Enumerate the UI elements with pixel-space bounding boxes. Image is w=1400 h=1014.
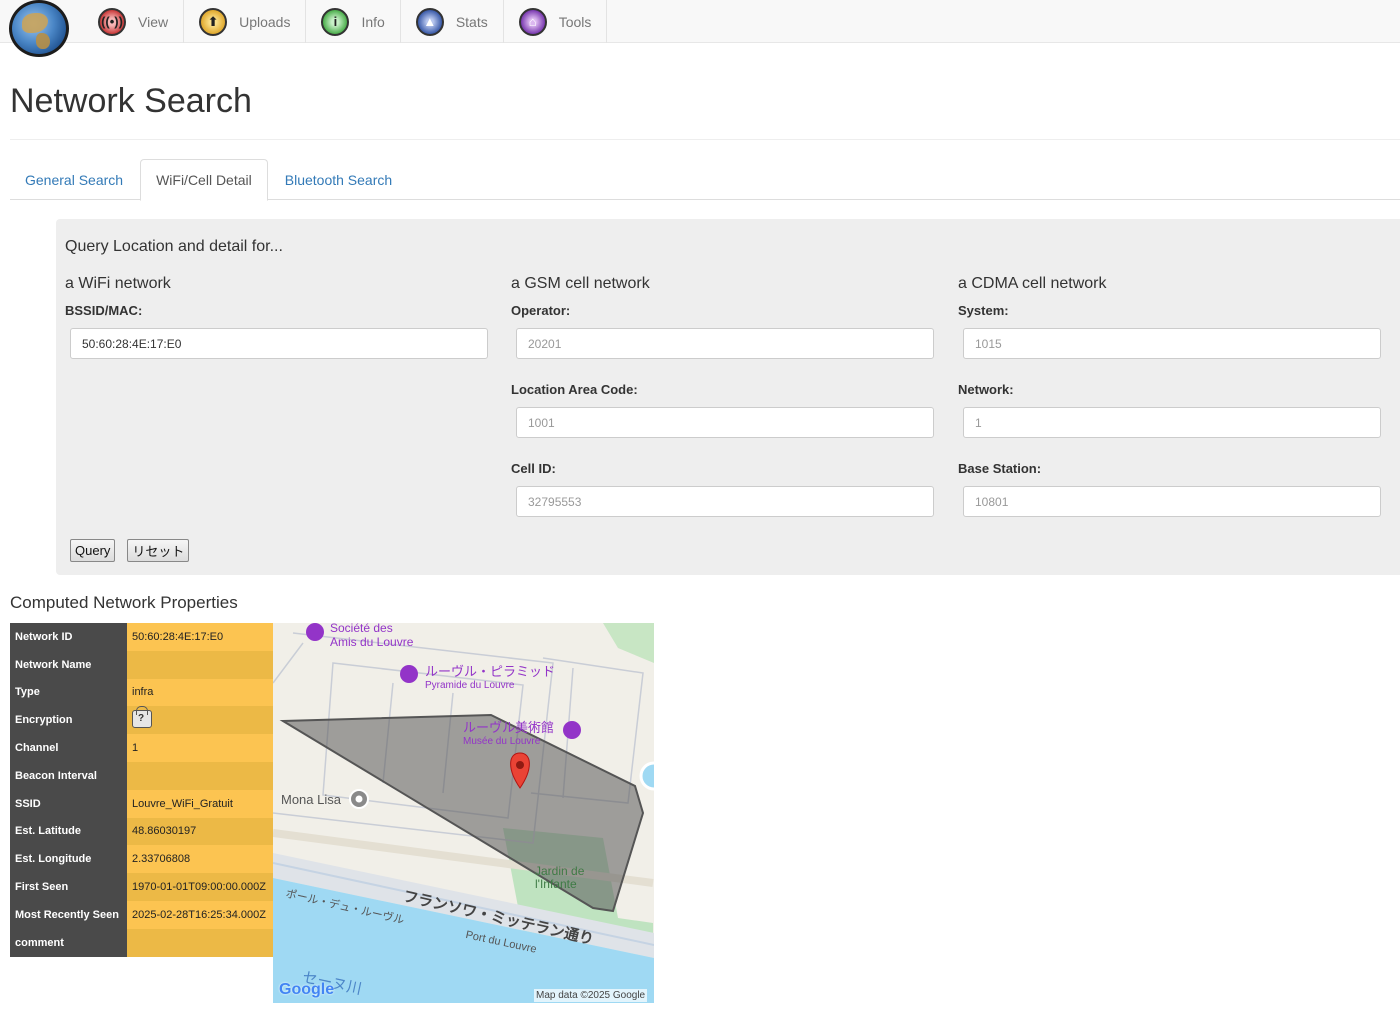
property-value: 1 [127,734,273,762]
cdma-column: a CDMA cell network System: Network: Bas… [958,275,1382,540]
property-value: Louvre_WiFi_Gratuit [127,789,273,818]
nav-item-label: Stats [455,13,488,30]
table-row: Encryption [10,705,273,735]
network-input[interactable] [963,407,1381,438]
query-title: Query Location and detail for... [65,238,283,255]
property-value: 1970-01-01T09:00:00.000Z [127,873,273,901]
bssid-input[interactable] [70,328,488,359]
reset-button[interactable]: リセット [127,539,190,562]
map-label-mona-lisa: Mona Lisa [281,792,341,807]
system-input[interactable] [963,328,1381,359]
location-map[interactable]: Société des Amis du Louvre ルーヴル・ピラミッド Pyra… [273,623,654,1003]
map-label-societe: Société des Amis du Louvre [330,623,414,649]
table-row: SSID Louvre_WiFi_Gratuit [10,789,273,818]
map-label-jardin: Jardin de l'Infante [535,864,585,891]
navbar: ((•)) View ⬆ Uploads i Info ▲ Stats ⌂ To… [0,0,1400,57]
base-station-label: Base Station: [958,461,1042,476]
property-key: comment [10,928,127,957]
nav-item-tools[interactable]: ⌂ Tools [504,0,608,43]
search-tabs: General Search WiFi/Cell Detail Bluetoot… [10,159,1400,201]
stats-icon: ▲ [415,7,444,36]
google-logo: Google [279,981,335,998]
property-value [127,761,273,790]
property-key: Encryption [10,706,127,735]
table-row: Channel 1 [10,734,273,762]
table-row: Beacon Interval [10,761,273,790]
base-station-input[interactable] [963,486,1381,517]
nav-item-label: View [138,13,169,30]
property-value: 50:60:28:4E:17:E0 [127,623,273,651]
property-value: 2025-02-28T16:25:34.000Z [127,900,273,929]
upload-icon: ⬆ [199,7,228,36]
nav-item-label: Uploads [239,13,291,30]
property-key: Beacon Interval [10,761,127,790]
operator-input[interactable] [516,328,934,359]
lac-label: Location Area Code: [511,382,638,397]
bssid-label: BSSID/MAC: [65,303,143,318]
query-button[interactable]: Query [70,539,116,562]
table-row: First Seen 1970-01-01T09:00:00.000Z [10,873,273,901]
antenna-icon: ((•)) [98,7,126,36]
property-key: Network ID [10,623,127,651]
property-key: First Seen [10,873,127,901]
info-icon: i [321,7,350,36]
operator-label: Operator: [511,303,571,318]
table-row: Network ID 50:60:28:4E:17:E0 [10,623,273,651]
system-label: System: [958,303,1009,318]
tab-wifi-cell-detail[interactable]: WiFi/Cell Detail [140,159,268,201]
nav-item-stats[interactable]: ▲ Stats [401,0,504,43]
table-row: Est. Latitude 48.86030197 [10,817,273,846]
map-attribution: Map data ©2025 Google [534,989,648,1002]
table-row: Most Recently Seen 2025-02-28T16:25:34.00… [10,900,273,929]
table-row: comment [10,928,273,957]
property-key: SSID [10,789,127,818]
cdma-heading: a CDMA cell network [958,275,1107,292]
query-panel: Query Location and detail for... a WiFi … [56,219,1400,575]
property-value: 2.33706808 [127,845,273,874]
gsm-heading: a GSM cell network [511,275,650,292]
globe-logo-icon[interactable] [9,0,69,57]
property-value [127,705,273,735]
tab-bluetooth-search[interactable]: Bluetooth Search [270,159,407,200]
divider [10,139,1400,140]
unknown-encryption-lock-icon [132,705,152,728]
query-actions: Query リセット [70,539,190,562]
table-row: Network Name [10,650,273,679]
property-value [127,928,273,957]
property-value [127,650,273,679]
property-key: Est. Longitude [10,845,127,874]
tools-icon: ⌂ [518,7,547,36]
nav-item-label: Tools [558,13,592,30]
property-key: Est. Latitude [10,817,127,846]
network-label: Network: [958,382,1014,397]
wifi-column: a WiFi network BSSID/MAC: [65,275,489,382]
page-title: Network Search [10,82,252,120]
wifi-heading: a WiFi network [65,275,171,292]
cell-id-input[interactable] [516,486,934,517]
nav-item-uploads[interactable]: ⬆ Uploads [184,0,307,43]
table-row: Est. Longitude 2.33706808 [10,845,273,874]
nav-item-label: Info [361,13,385,30]
property-value: infra [127,678,273,707]
property-key: Channel [10,734,127,762]
properties-title: Computed Network Properties [10,593,238,612]
nav-item-info[interactable]: i Info [306,0,401,43]
nav-item-view[interactable]: ((•)) View [83,0,185,43]
table-row: Type infra [10,678,273,707]
map-label-pyramide: ルーヴル・ピラミッド Pyramide du Louvre [425,664,556,691]
property-value: 48.86030197 [127,817,273,846]
tab-general-search[interactable]: General Search [10,159,138,200]
gsm-column: a GSM cell network Operator: Location Ar… [511,275,935,540]
property-key: Network Name [10,650,127,679]
map-label-musee: ルーヴル美術館 Musée du Louvre [463,720,555,747]
property-key: Most Recently Seen [10,900,127,929]
property-key: Type [10,678,127,707]
lac-input[interactable] [516,407,934,438]
properties-table: Network ID 50:60:28:4E:17:E0 Network Name… [10,623,273,957]
cell-id-label: Cell ID: [511,461,556,476]
nav-menu: ((•)) View ⬆ Uploads i Info ▲ Stats ⌂ To… [83,0,608,43]
